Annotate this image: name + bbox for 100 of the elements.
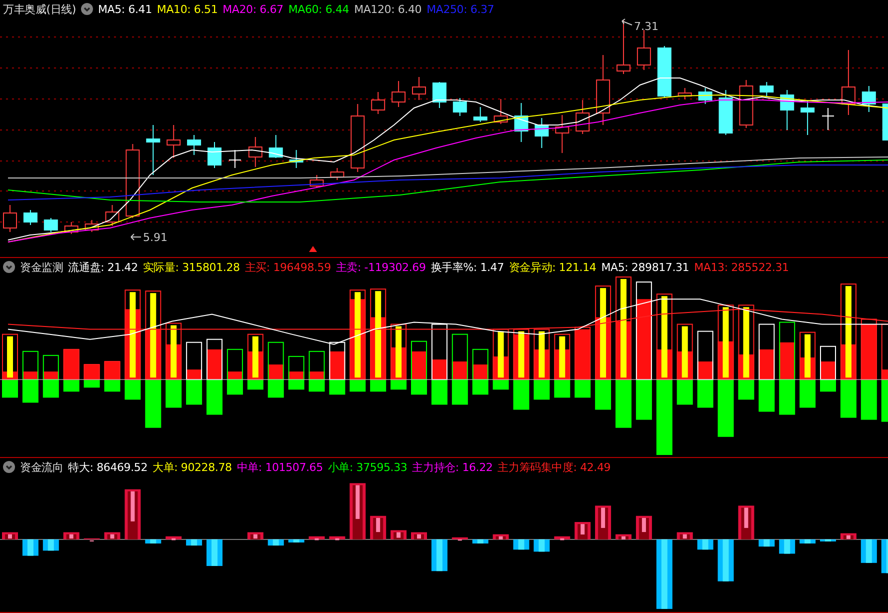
indicator-value: 特大: 86469.52 [68, 460, 148, 474]
fund-monitor-bar [22, 350, 38, 403]
candlestick [3, 204, 17, 232]
fund-flow-bar [145, 539, 162, 544]
fund-flow-bar [656, 539, 672, 609]
candlestick [678, 88, 692, 100]
indicator-value: 主力筹码集中度: 42.49 [498, 460, 611, 474]
fund-monitor-bar [288, 356, 304, 390]
candlestick [452, 98, 467, 116]
fund-flow-bar [42, 539, 59, 551]
fund-flow-bar [595, 506, 612, 540]
candlestick [330, 168, 344, 180]
fund-monitor-bar [2, 334, 18, 398]
triangle-marker-icon [309, 246, 317, 252]
candlestick [657, 46, 672, 98]
fund-flow-bar [247, 532, 264, 540]
fund-flow-bar [350, 483, 366, 540]
dropdown-icon[interactable] [3, 461, 15, 473]
fund-flow-bar [881, 539, 888, 574]
candlestick [64, 222, 78, 234]
fund-monitor-bar [472, 348, 488, 395]
chart-title: 万丰奥威(日线) [3, 2, 76, 16]
candlestick [392, 80, 406, 108]
candlestick [534, 118, 549, 148]
indicator-value: 中单: 101507.65 [236, 460, 323, 474]
chart-title: 资金监测 [20, 260, 64, 274]
indicator-value: 实际量: 315801.28 [142, 260, 240, 274]
indicator-value: MA20: 6.67 [222, 2, 284, 16]
fund-flow-bar [472, 539, 488, 544]
fund-flow-bar [390, 530, 407, 540]
fund-monitor-bar [42, 354, 59, 398]
candlestick [23, 210, 38, 226]
fund-flow-bar [104, 532, 120, 540]
fund-flow-bar [431, 539, 448, 572]
indicator-value: MA60: 6.44 [288, 2, 350, 16]
candlestick [576, 100, 590, 134]
candlestick [84, 220, 99, 232]
fund-monitor-bar [308, 350, 325, 392]
indicator-value: MA10: 6.51 [156, 2, 218, 16]
fund-flow-bar [513, 539, 530, 550]
indicator-value: 小单: 37595.33 [328, 460, 408, 474]
fund-monitor-bar [268, 342, 284, 398]
fund-flow-bar [636, 516, 652, 540]
candlestick [555, 114, 570, 154]
indicator-value: MA5: 6.41 [98, 2, 152, 16]
fund-monitor-bar [226, 348, 243, 395]
fund-flow-bar [779, 539, 796, 554]
fund-monitor-bar [104, 360, 120, 392]
indicator-value: 换手率%: 1.47 [430, 260, 504, 274]
candlestick [289, 150, 304, 168]
candlestick [822, 108, 834, 130]
fund-flow-bar [206, 539, 222, 566]
candlestick [146, 124, 160, 176]
fund-flow-bar [63, 532, 80, 540]
price-label: 7.31 [634, 20, 658, 33]
fund-monitor-bar [390, 324, 407, 390]
indicator-value: MA13: 285522.31 [694, 260, 789, 274]
candlestick [268, 134, 283, 158]
fund-flow-bar [329, 536, 346, 540]
indicator-value: MA250: 6.37 [426, 2, 494, 16]
fund-monitor-bar [492, 328, 509, 390]
price-label: 5.91 [143, 231, 168, 244]
fund-flow-bar [676, 532, 693, 540]
fund-monitor-bar [534, 328, 550, 400]
dropdown-icon[interactable] [80, 3, 93, 15]
candlestick [616, 20, 630, 74]
dropdown-icon[interactable] [3, 261, 15, 273]
fund-flow-bar [840, 533, 856, 540]
candlestick [248, 136, 262, 168]
candlestick [862, 86, 876, 112]
candlestick [350, 104, 365, 172]
fund-monitor-bar [63, 348, 80, 392]
indicator-value: 主卖: -119302.69 [336, 260, 426, 274]
indicator-value: MA120: 6.40 [354, 2, 422, 16]
fund-flow-bar [492, 534, 509, 540]
candlestick [780, 90, 794, 130]
candlestick [494, 98, 508, 124]
fund-flow-bar [22, 539, 38, 556]
candlestick [228, 150, 242, 168]
fund-monitor-bar [820, 346, 836, 392]
indicator-value: 大单: 90228.78 [152, 460, 232, 474]
candlestick [760, 82, 774, 96]
fund-flow-bar [84, 538, 100, 542]
fund-flow-bar [718, 539, 734, 582]
indicator-value: 主力持仓: 16.22 [412, 460, 493, 474]
fund-flow-bar [166, 536, 182, 540]
chart-title: 资金流向 [20, 460, 64, 474]
fund-flow-bar [820, 539, 836, 542]
candlestick [412, 76, 426, 100]
fund-monitor-bar [554, 334, 570, 398]
fund-flow-bar [288, 539, 304, 542]
candlestick [166, 124, 181, 158]
candlestick [596, 54, 610, 126]
fund-flow-bar [738, 506, 754, 540]
indicator-value: 流通盘: 21.42 [68, 260, 138, 274]
indicator-value: 资金异动: 121.14 [508, 260, 596, 274]
fund-flow-bar [860, 539, 877, 563]
candlestick [310, 174, 324, 188]
candlestick [718, 90, 733, 136]
fund-flow-bar [308, 536, 325, 540]
